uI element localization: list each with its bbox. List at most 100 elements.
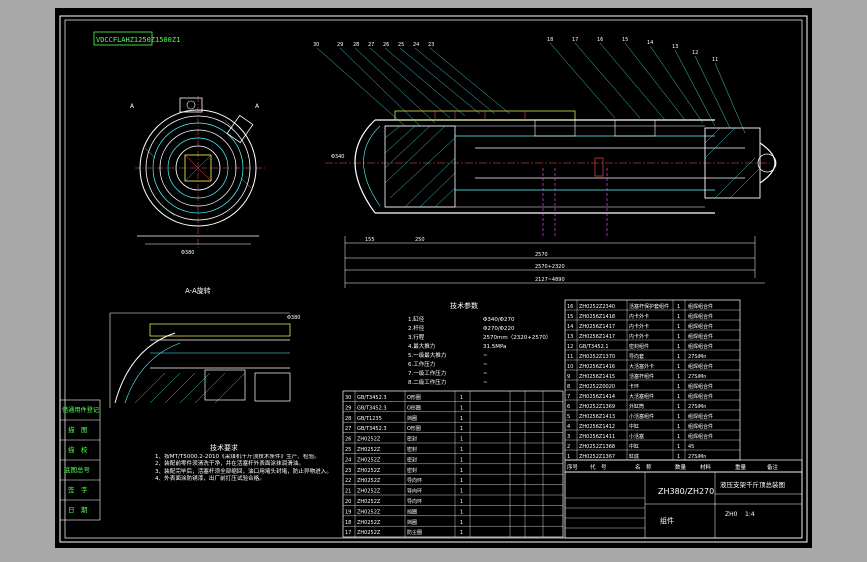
svg-text:Φ380: Φ380 — [181, 250, 194, 256]
bom-upper-mat-5: 27SiMn — [688, 354, 706, 360]
bom-lower-no-12: 18 — [345, 520, 351, 526]
tech-param-row-4: 5.一级最大推力 — [408, 351, 446, 359]
bom-upper-name-9: 大活塞组件 — [629, 393, 654, 400]
bom-upper-no-6: 10 — [567, 364, 573, 370]
bom-lower-qty-11: 1 — [460, 509, 463, 515]
bom-lower-code-12: ZH0252Z — [357, 520, 381, 526]
bom-upper-qty-5: 1 — [677, 354, 680, 360]
bom-upper-name-10: 外缸筒 — [629, 403, 644, 410]
bom-lower-no-3: 27 — [345, 426, 351, 432]
bom-upper-name-0: 活塞杆保护套组件 — [629, 303, 669, 310]
bom-lower-no-13: 17 — [345, 530, 351, 536]
section-label: A-A旋转 — [185, 286, 211, 295]
tech-params-heading: 技术参数 — [450, 301, 478, 310]
bom-lower-name-1: O形圈 — [407, 404, 421, 411]
bom-upper-code-9: ZH0256Z1414 — [579, 394, 615, 400]
bom-lower-code-7: ZH0252Z — [357, 468, 381, 474]
bom-lower-no-6: 24 — [345, 457, 351, 463]
bom-upper-mat-4: 组焊组合件 — [688, 343, 713, 350]
bom-lower-qty-1: 1 — [460, 405, 463, 411]
bom-upper-no-1: 15 — [567, 314, 573, 320]
svg-text:18: 18 — [547, 37, 553, 43]
tech-param-row-1: 2.杆径 — [408, 324, 425, 332]
bom-upper-qty-0: 1 — [677, 304, 680, 310]
bom-lower-qty-6: 1 — [460, 457, 463, 463]
bom-lower-qty-3: 1 — [460, 426, 463, 432]
bom-upper-name-7: 活塞杆组件 — [629, 373, 654, 380]
title-block: 序号 代 号 名 称 数量 材料 重量 备注 ZH380/ZH270 液压支架千… — [564, 459, 803, 539]
bom-upper-qty-7: 1 — [677, 374, 680, 380]
svg-text:155: 155 — [365, 237, 375, 243]
tech-requirements-block: 技术要求 1、按MT/T5000.2-2010《采煤机千斤顶技术条件》生产、检验… — [155, 443, 332, 483]
bom-upper-mat-13: 组焊组合件 — [688, 433, 713, 440]
bom-upper-no-9: 7 — [567, 394, 570, 400]
bom-upper-code-15: ZH0252Z1367 — [579, 454, 615, 460]
bom-upper-table: 16 ZH0252Z2340 活塞杆保护套组件 1 组焊组合件 15 ZH025… — [564, 299, 741, 461]
bom-upper-name-5: 导向套 — [629, 353, 644, 360]
bom-lower-name-12: 挡圈 — [407, 519, 417, 526]
bom-lower-no-9: 21 — [345, 489, 351, 495]
tech-params-block: 技术参数 1.缸径 2.杆径 3.行程 4.最大推力 5.一级最大推力 6.工作… — [408, 301, 551, 386]
bom-lower-no-2: 28 — [345, 416, 351, 422]
bom-lower-qty-10: 1 — [460, 499, 463, 505]
bom-upper-qty-1: 1 — [677, 314, 680, 320]
register-label-3: 底图总号 — [64, 465, 91, 474]
bom-upper-qty-9: 1 — [677, 394, 680, 400]
bom-upper-no-12: 4 — [567, 424, 570, 430]
bom-upper-no-2: 14 — [567, 324, 573, 330]
tech-param-value-0: Φ340/Φ270 — [483, 317, 515, 323]
header-code: 代 号 — [590, 463, 607, 471]
bom-upper-name-2: 内卡外卡 — [629, 323, 649, 330]
bom-upper-code-8: ZH0252Z0020 — [579, 384, 615, 390]
tech-param-row-5: 6.工作压力 — [408, 360, 435, 368]
bom-upper-qty-14: 1 — [677, 444, 680, 450]
bom-lower-name-10: 导向环 — [407, 498, 422, 505]
bom-upper-qty-4: 1 — [677, 344, 680, 350]
bom-upper-code-13: ZH0256Z1411 — [579, 434, 615, 440]
header-name: 名 称 — [635, 463, 652, 471]
bom-upper-name-14: 中缸 — [629, 443, 639, 450]
bom-upper-no-11: 5 — [567, 414, 570, 420]
bom-lower-code-1: GB/T3452.3 — [357, 405, 387, 411]
register-label-5: 日 期 — [68, 506, 88, 514]
bom-upper-mat-6: 组焊组合件 — [688, 363, 713, 370]
svg-text:Φ380: Φ380 — [287, 315, 300, 321]
bom-upper-no-7: 9 — [567, 374, 570, 380]
bom-upper-name-3: 内卡外卡 — [629, 333, 649, 340]
header-qty: 数量 — [675, 463, 687, 471]
bom-upper-mat-2: 组焊组合件 — [688, 323, 713, 330]
bom-upper-code-11: ZH0256Z1413 — [579, 414, 615, 420]
model-number: ZH380/ZH270 — [658, 487, 714, 496]
svg-text:16: 16 — [597, 37, 603, 43]
bom-lower-name-2: 挡圈 — [407, 415, 417, 422]
tech-req-item-3: 4、外表面涂防锈漆，出厂前打压试验合格。 — [155, 476, 265, 483]
bom-upper-no-15: 1 — [567, 454, 570, 460]
product-name: 液压支架千斤顶总装图 — [720, 480, 785, 489]
bom-lower-no-8: 22 — [345, 478, 351, 484]
bom-upper-no-5: 11 — [567, 354, 573, 360]
bom-upper-code-14: ZH0252Z1368 — [579, 444, 615, 450]
end-view: Φ380 A A — [130, 96, 265, 256]
bom-lower-no-0: 30 — [345, 395, 351, 401]
header-no: 序号 — [567, 463, 579, 471]
bom-lower-code-3: GB/T3452.3 — [357, 426, 387, 432]
title-strip: VDCCFLAHZ1250Z1500Z1 — [96, 36, 180, 44]
bom-upper-mat-8: 组焊组合件 — [688, 383, 713, 390]
bom-upper-name-6: 大活塞外卡 — [629, 363, 654, 370]
bom-upper-mat-7: 27SiMn — [688, 374, 706, 380]
bom-lower-name-9: 导向环 — [407, 488, 422, 495]
bom-upper-no-14: 2 — [567, 444, 570, 450]
bom-lower-code-11: ZH0252Z — [357, 509, 381, 515]
bom-lower-code-13: ZH0252Z — [357, 530, 381, 536]
bom-lower-name-7: 密封 — [407, 467, 417, 474]
svg-text:26: 26 — [383, 42, 389, 48]
bom-lower-name-0: O形圈 — [407, 394, 421, 401]
bom-lower-code-9: ZH0252Z — [357, 489, 381, 495]
svg-text:27: 27 — [368, 42, 374, 48]
bom-upper-code-0: ZH0252Z2340 — [579, 304, 615, 310]
bom-lower-name-11: 挡圈 — [407, 508, 417, 515]
bom-lower-code-0: GB/T3452.3 — [357, 395, 387, 401]
bom-lower-qty-5: 1 — [460, 447, 463, 453]
left-register-block: 借通用件登记 描 图 描 校 底图总号 签 字 日 期 — [59, 399, 101, 521]
partial-section-view: A-A旋转 Φ380 — [109, 286, 300, 408]
